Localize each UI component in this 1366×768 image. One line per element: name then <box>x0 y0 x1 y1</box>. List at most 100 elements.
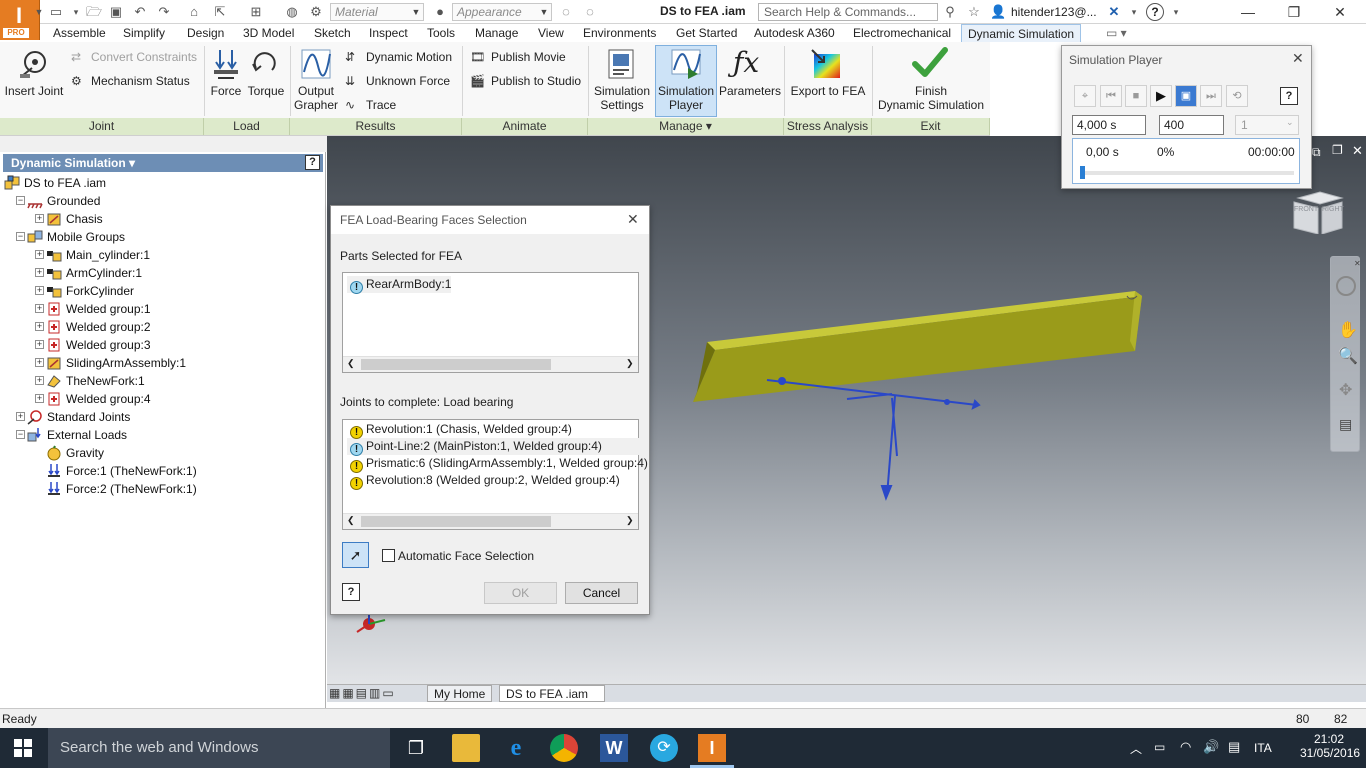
battery-icon[interactable]: ▭ <box>1154 740 1165 754</box>
trace-button[interactable]: Trace <box>366 98 396 112</box>
browser-tree-item[interactable]: + ArmCylinder:1 <box>4 264 322 282</box>
expand-plus-icon[interactable]: + <box>35 286 44 295</box>
list-item[interactable]: ! Revolution:8 (Welded group:2, Welded gr… <box>347 472 648 490</box>
joints-hscrollbar[interactable]: ❮ ❯ <box>343 513 638 529</box>
tab-get-started[interactable]: Get Started <box>676 24 737 42</box>
tab-manage[interactable]: Manage <box>475 24 518 42</box>
task-view-icon[interactable]: ❐ <box>402 734 430 762</box>
save-icon[interactable]: ▣ <box>108 4 124 20</box>
tab-document[interactable]: DS to FEA .iam ⊠ <box>499 685 605 718</box>
zoom-icon[interactable]: 🔍 <box>1338 346 1358 366</box>
adjust-appearance-icon[interactable]: ◌ <box>582 4 598 20</box>
favorites-star-icon[interactable]: ☆ <box>966 4 982 20</box>
finish-dynamic-simulation-button[interactable]: Finish Dynamic Simulation <box>874 84 988 112</box>
tab-simplify[interactable]: Simplify <box>123 24 165 42</box>
app-menu-dropdown-icon[interactable]: ▼ <box>31 4 47 20</box>
undo-icon[interactable]: ↶ <box>132 4 148 20</box>
expand-plus-icon[interactable]: + <box>35 340 44 349</box>
browser-tree-item[interactable]: + Chasis <box>4 210 322 228</box>
open-folder-icon[interactable]: 🗁 <box>86 4 102 20</box>
wifi-icon[interactable]: ◠ <box>1180 739 1191 755</box>
publish-studio-button[interactable]: Publish to Studio <box>491 74 581 88</box>
dialog-help-icon[interactable]: ? <box>342 583 360 601</box>
simplayer-help-icon[interactable]: ? <box>1280 87 1298 105</box>
return-icon[interactable]: ⇱ <box>212 4 228 20</box>
notification-icon[interactable]: ▤ <box>1228 739 1240 755</box>
loop-icon[interactable]: ⟲ <box>1226 85 1248 107</box>
cancel-button[interactable]: Cancel <box>565 582 638 604</box>
list-item[interactable]: ! Revolution:1 (Chasis, Welded group:4) <box>347 421 648 439</box>
torque-button[interactable]: Torque <box>244 84 288 98</box>
restore-icon[interactable]: ❐ <box>1274 2 1314 22</box>
browser-tree-item[interactable]: + Welded group:4 <box>4 390 322 408</box>
expand-plus-icon[interactable]: + <box>35 376 44 385</box>
tab-3d-model[interactable]: 3D Model <box>243 24 294 42</box>
file-explorer-icon[interactable] <box>452 734 480 762</box>
tab-assemble[interactable]: Assemble <box>53 24 106 42</box>
browser-tree-item[interactable]: + TheNewFork:1 <box>4 372 322 390</box>
sync-app-icon[interactable]: ⟳ <box>650 734 678 762</box>
tile-layout-icons[interactable]: ▦▦▤▥▭ <box>329 686 396 700</box>
tab-design[interactable]: Design <box>187 24 224 42</box>
inventor-taskbar-icon[interactable]: I <box>698 734 726 762</box>
select-filter-icon[interactable]: ⊞ <box>248 4 264 20</box>
images-input[interactable]: 400 <box>1159 115 1224 135</box>
expand-plus-icon[interactable]: + <box>35 268 44 277</box>
collapse-minus-icon[interactable]: − <box>16 232 25 241</box>
help-dropdown-icon[interactable]: ▾ <box>1168 4 1184 20</box>
panel-manage-label[interactable]: Manage ▾ <box>588 118 784 135</box>
word-icon[interactable]: W <box>600 734 628 762</box>
tab-tools[interactable]: Tools <box>427 24 455 42</box>
appearance-chevron-down-icon[interactable]: ▼ <box>536 4 552 20</box>
mechanism-status-button[interactable]: Mechanism Status <box>91 74 190 88</box>
browser-tree-item[interactable]: + Welded group:1 <box>4 300 322 318</box>
close-icon[interactable]: ✕ <box>1320 2 1360 22</box>
browser-tree-item[interactable]: + Welded group:3 <box>4 336 322 354</box>
output-grapher-button[interactable]: Output Grapher <box>292 84 340 112</box>
browser-tree-item[interactable]: + Welded group:2 <box>4 318 322 336</box>
viewport-maximize-icon[interactable]: ❐ <box>1332 143 1343 157</box>
end-time-input[interactable]: 4,000 s <box>1072 115 1146 135</box>
browser-tree-item[interactable]: + Main_cylinder:1 <box>4 246 322 264</box>
tab-sketch[interactable]: Sketch <box>314 24 351 42</box>
list-item[interactable]: ! RearArmBody:1 <box>347 276 452 294</box>
orbit-icon[interactable]: ✥ <box>1339 380 1352 400</box>
user-name[interactable]: hitender123@... <box>1011 5 1097 19</box>
tab-autodesk-a360[interactable]: Autodesk A360 <box>754 24 835 42</box>
browser-tree-item[interactable]: + SlidingArmAssembly:1 <box>4 354 322 372</box>
force-button[interactable]: Force <box>208 84 244 98</box>
search-help-input[interactable]: Search Help & Commands... <box>758 3 938 21</box>
play-icon[interactable]: ▶ <box>1150 85 1172 107</box>
tab-electromechanical[interactable]: Electromechanical <box>853 24 951 42</box>
browser-tree-item[interactable]: + ForkCylinder <box>4 282 322 300</box>
exchange-x-icon[interactable]: ✕ <box>1106 4 1122 20</box>
auto-face-checkbox[interactable] <box>382 549 395 562</box>
browser-tree-item[interactable]: − Grounded <box>4 192 322 210</box>
expand-plus-icon[interactable]: + <box>35 214 44 223</box>
home-view-icon[interactable]: ⌂ <box>186 4 202 20</box>
windows-start-icon[interactable] <box>14 739 32 757</box>
unknown-force-button[interactable]: Unknown Force <box>366 74 450 88</box>
expand-plus-icon[interactable]: + <box>16 412 25 421</box>
expand-plus-icon[interactable]: + <box>35 358 44 367</box>
joints-listbox[interactable]: ! Revolution:1 (Chasis, Welded group:4)! P… <box>342 419 648 530</box>
parts-hscrollbar[interactable]: ❮ ❯ <box>343 356 638 372</box>
clear-appearance-icon[interactable]: ◌ <box>558 4 574 20</box>
browser-tree-item[interactable]: Force:2 (TheNewFork:1) <box>4 480 322 498</box>
convert-constraints-button[interactable]: Convert Constraints <box>91 50 197 64</box>
ok-button[interactable]: OK <box>484 582 557 604</box>
browser-help-icon[interactable]: ? <box>305 155 320 170</box>
browser-tree-item[interactable]: − External Loads <box>4 426 322 444</box>
filter-chevron-down-icon[interactable]: ⌄ <box>1286 117 1294 128</box>
redo-icon[interactable]: ↷ <box>156 4 172 20</box>
pan-hand-icon[interactable]: ✋ <box>1338 320 1358 340</box>
volume-icon[interactable]: 🔊 <box>1203 739 1219 755</box>
insert-joint-button[interactable]: Insert Joint <box>4 84 64 98</box>
user-icon[interactable]: 👤 <box>990 4 1006 20</box>
tab-view[interactable]: View <box>538 24 564 42</box>
expand-plus-icon[interactable]: + <box>35 250 44 259</box>
viewport-close-icon[interactable]: ✕ <box>1352 143 1363 159</box>
clock[interactable]: 21:02 31/05/2016 <box>1300 732 1360 760</box>
expand-plus-icon[interactable]: + <box>35 394 44 403</box>
help-icon[interactable]: ? <box>1146 3 1164 21</box>
